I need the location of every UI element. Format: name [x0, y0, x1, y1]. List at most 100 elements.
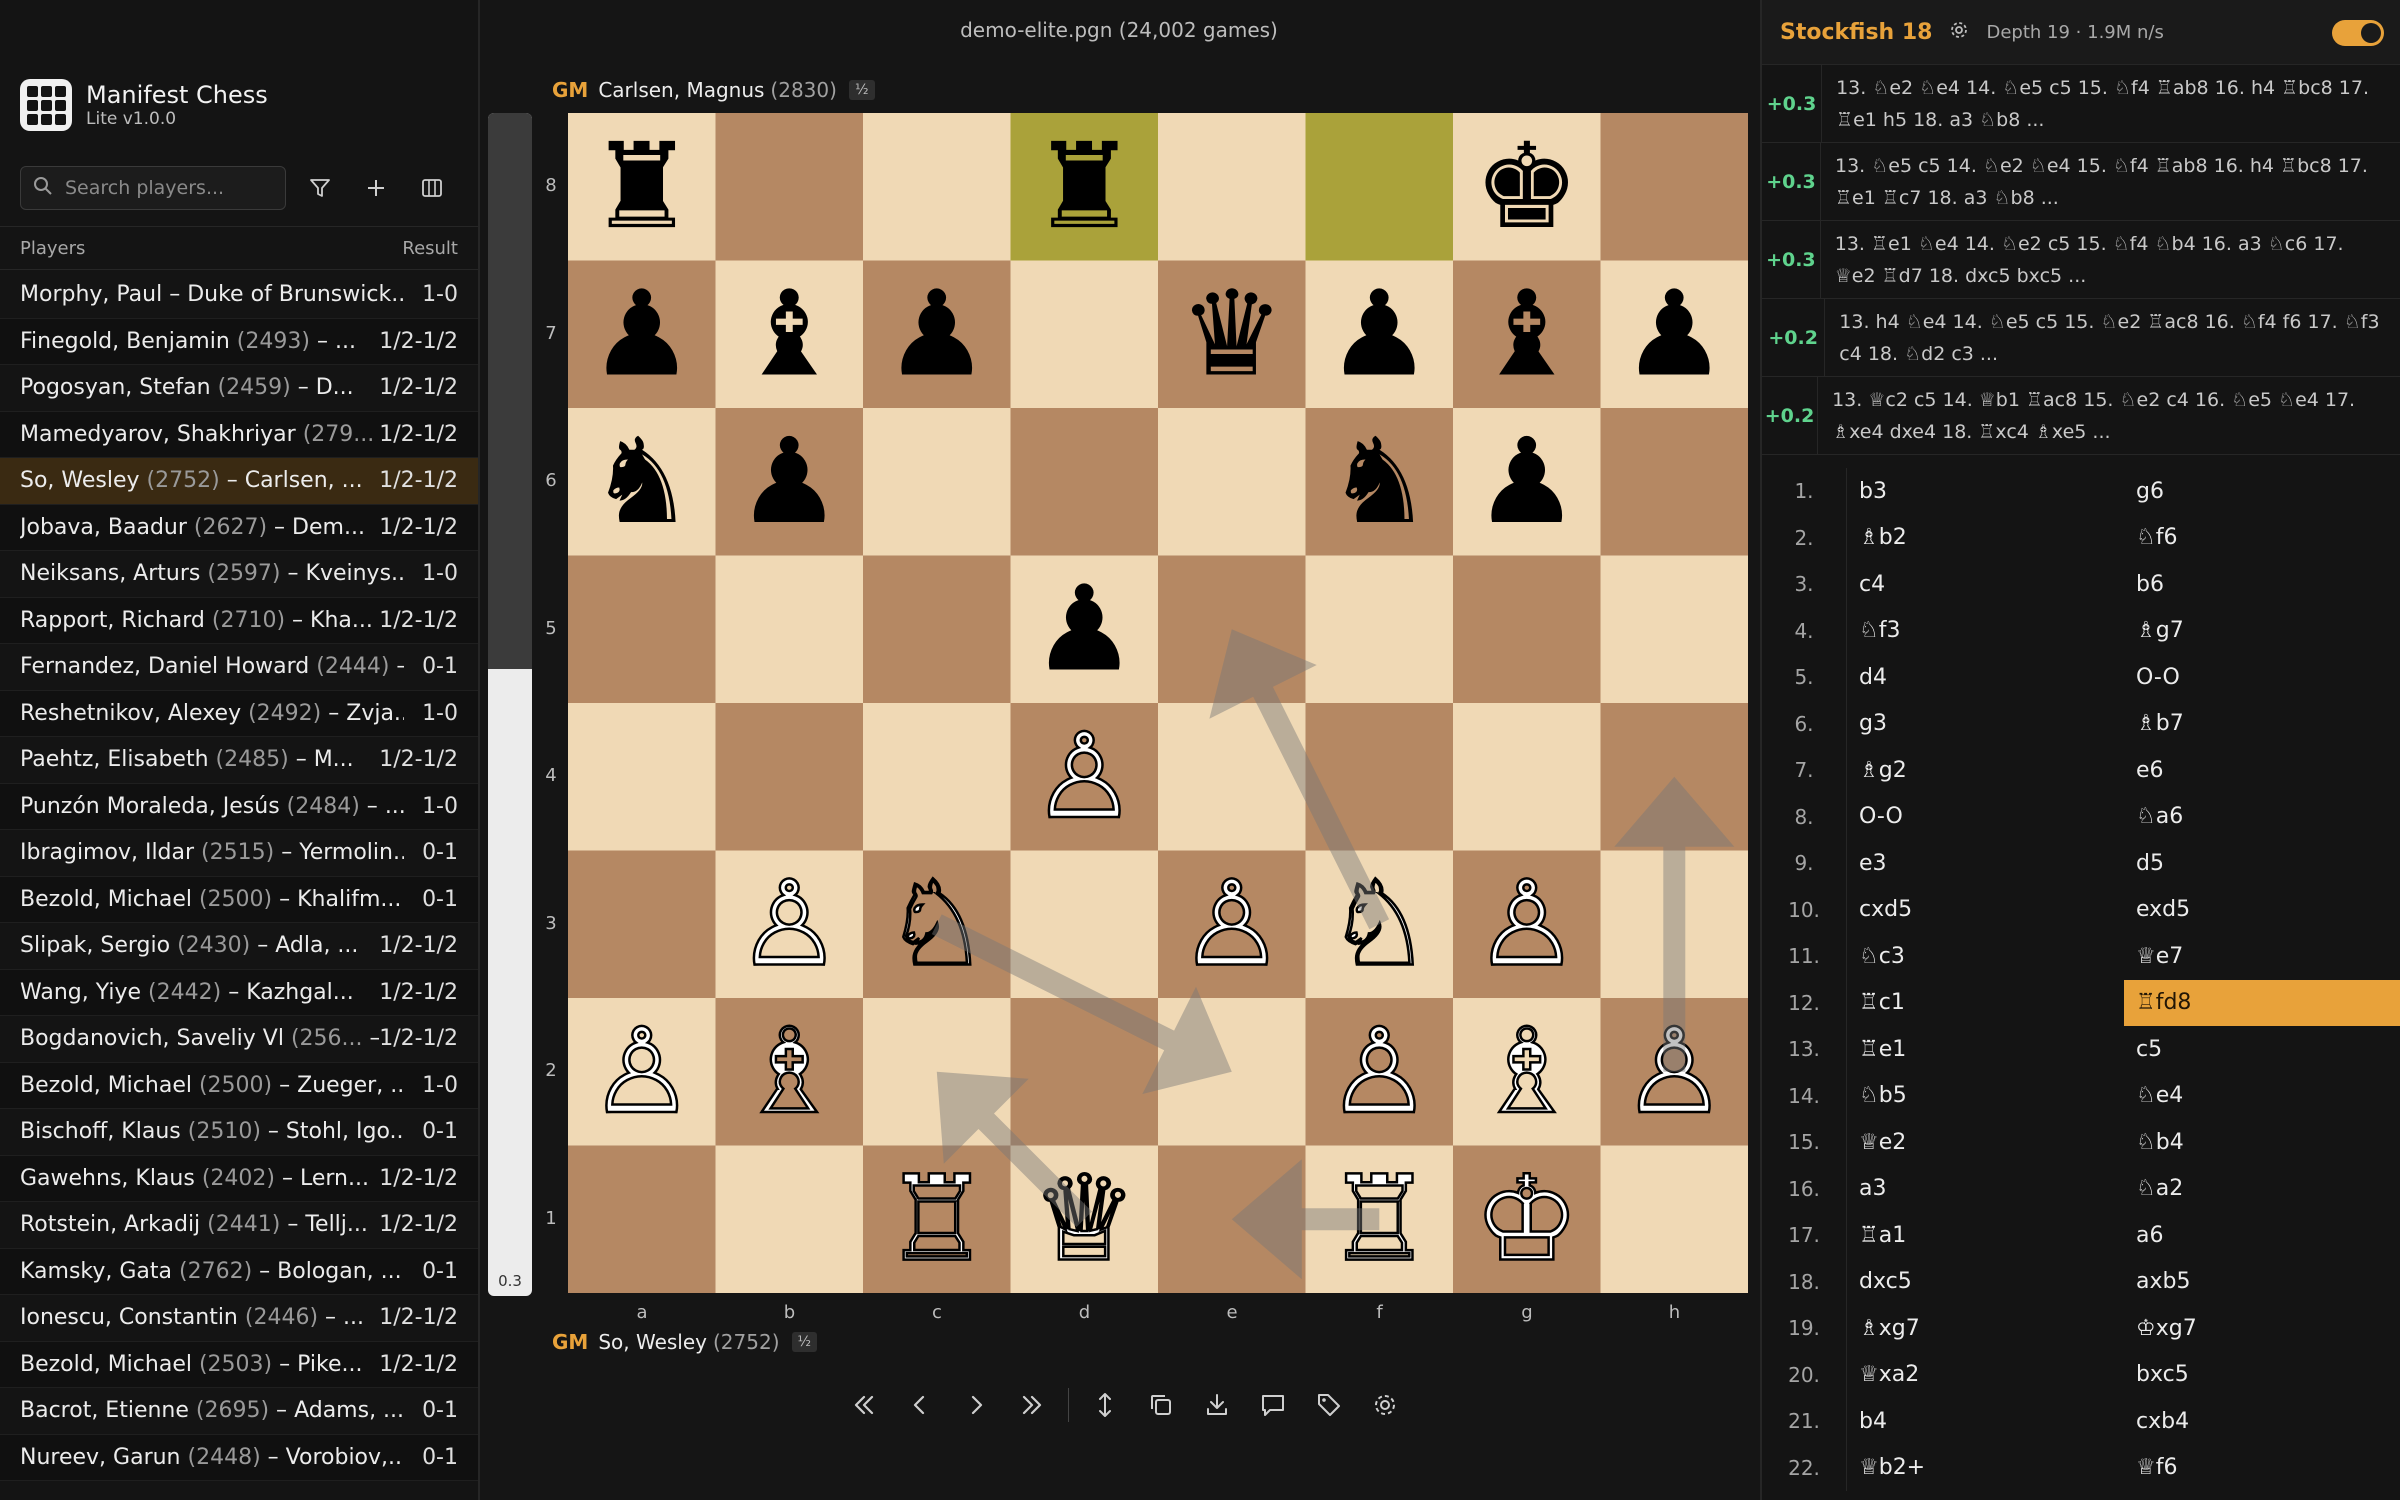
board-square-d7[interactable]	[1010, 260, 1159, 409]
black-move[interactable]: ♘b4	[2124, 1119, 2400, 1166]
game-row[interactable]: Bogdanovich, Saveliy Vl (256... – 1/2-1/…	[0, 1016, 478, 1063]
chess-piece[interactable]: ♝	[1474, 264, 1580, 402]
black-move[interactable]: c5	[2124, 1026, 2400, 1073]
next-move-icon[interactable]	[948, 1380, 1004, 1430]
white-move[interactable]: ♘b5	[1847, 1073, 2124, 1120]
game-row[interactable]: Bezold, Michael (2503) – Pike... 1/2-1/2	[0, 1341, 478, 1388]
board-square-h1[interactable]	[1600, 1145, 1749, 1294]
white-move[interactable]: d4	[1847, 654, 2124, 701]
comment-icon[interactable]	[1245, 1380, 1301, 1430]
add-icon[interactable]	[354, 166, 398, 210]
flip-board-icon[interactable]	[1077, 1380, 1133, 1430]
chess-board-svg[interactable]: ♜♜♚♟♝♟♛♟♝♟♞♟♞♟♟♙♙♘♙♘♙♙♗♙♗♙♖♕♖♔	[568, 113, 1748, 1293]
game-row[interactable]: Paehtz, Elisabeth (2485) – M... 1/2-1/2	[0, 737, 478, 784]
black-move[interactable]: a6	[2124, 1212, 2400, 1259]
black-move[interactable]: cxb4	[2124, 1398, 2400, 1445]
black-move[interactable]: b6	[2124, 561, 2400, 608]
board-square-c6[interactable]	[863, 408, 1011, 556]
white-move[interactable]: e3	[1847, 840, 2124, 887]
engine-line[interactable]: +0.3 13. ♘e5 c5 14. ♘e2 ♘e4 15. ♘f4 ♖ab8 …	[1762, 143, 2400, 221]
board-square-b4[interactable]	[715, 703, 864, 851]
result-column-header[interactable]: Result	[402, 238, 458, 259]
chess-piece[interactable]: ♟	[1326, 264, 1432, 402]
engine-line[interactable]: +0.2 13. ♕c2 c5 14. ♕b1 ♖ac8 15. ♘e2 c4 1…	[1762, 377, 2400, 455]
chess-piece[interactable]: ♟	[589, 264, 695, 402]
white-move[interactable]: O-O	[1847, 794, 2124, 841]
board-square-a5[interactable]	[568, 555, 716, 704]
black-move[interactable]: O-O	[2124, 654, 2400, 701]
black-move[interactable]: ♘e4	[2124, 1073, 2400, 1120]
board-square-a4[interactable]	[568, 703, 716, 851]
chess-piece[interactable]: ♖	[883, 1148, 991, 1289]
white-move[interactable]: c4	[1847, 561, 2124, 608]
engine-line[interactable]: +0.3 13. ♖e1 ♘e4 14. ♘e2 c5 15. ♘f4 ♘b4 1…	[1762, 221, 2400, 299]
game-row[interactable]: Gawehns, Klaus (2402) – Lern... 1/2-1/2	[0, 1155, 478, 1202]
game-row[interactable]: Slipak, Sergio (2430) – Adla, ... 1/2-1/2	[0, 923, 478, 970]
chess-piece[interactable]: ♜	[1031, 117, 1137, 255]
chess-piece[interactable]: ♟	[884, 264, 990, 402]
game-row[interactable]: So, Wesley (2752) – Carlsen, ... 1/2-1/2	[0, 458, 478, 505]
game-row[interactable]: Bezold, Michael (2500) – Khalifm... 0-1	[0, 876, 478, 923]
board-square-e8[interactable]	[1158, 113, 1306, 261]
black-move[interactable]: ♘a6	[2124, 794, 2400, 841]
chess-piece[interactable]: ♙	[1325, 1001, 1433, 1142]
chess-piece[interactable]: ♝	[736, 264, 842, 402]
chess-piece[interactable]: ♟	[736, 412, 842, 550]
game-row[interactable]: Rapport, Richard (2710) – Kha... 1/2-1/2	[0, 597, 478, 644]
engine-toggle[interactable]	[2332, 20, 2384, 46]
game-row[interactable]: Bezold, Michael (2500) – Zueger, ... 1-0	[0, 1062, 478, 1109]
players-column-header[interactable]: Players	[20, 238, 85, 259]
chess-piece[interactable]: ♙	[588, 1001, 696, 1142]
search-input[interactable]	[63, 176, 267, 200]
white-move[interactable]: ♖a1	[1847, 1212, 2124, 1259]
white-move[interactable]: ♗xg7	[1847, 1305, 2124, 1352]
filter-icon[interactable]	[298, 166, 342, 210]
chess-piece[interactable]: ♟	[1031, 559, 1137, 697]
board-square-f8[interactable]	[1305, 113, 1454, 261]
white-move[interactable]: ♗g2	[1847, 747, 2124, 794]
settings-gear-icon[interactable]	[1357, 1380, 1413, 1430]
chess-piece[interactable]: ♗	[735, 1001, 843, 1142]
board-square-b8[interactable]	[715, 113, 864, 261]
game-row[interactable]: Ibragimov, Ildar (2515) – Yermolin... 0-1	[0, 830, 478, 877]
game-row[interactable]: Reshetnikov, Alexey (2492) – Zvja... 1-0	[0, 690, 478, 737]
white-move[interactable]: ♕b2+	[1847, 1445, 2124, 1492]
chess-piece[interactable]: ♘	[883, 853, 991, 994]
black-move[interactable]: ♕e7	[2124, 933, 2400, 980]
previous-move-icon[interactable]	[892, 1380, 948, 1430]
black-move[interactable]: ♗b7	[2124, 701, 2400, 748]
board-square-d6[interactable]	[1010, 408, 1159, 556]
white-move[interactable]: b4	[1847, 1398, 2124, 1445]
black-move[interactable]: e6	[2124, 747, 2400, 794]
white-move[interactable]: cxd5	[1847, 887, 2124, 934]
chess-piece[interactable]: ♔	[1473, 1148, 1581, 1289]
white-move[interactable]: ♘f3	[1847, 608, 2124, 655]
game-row[interactable]: Neiksans, Arturs (2597) – Kveinys... 1-0	[0, 551, 478, 598]
game-row[interactable]: Fernandez, Daniel Howard (2444) – ... 0-1	[0, 644, 478, 691]
game-row[interactable]: Ionescu, Constantin (2446) – ... 1/2-1/2	[0, 1295, 478, 1342]
board-square-a3[interactable]	[568, 850, 716, 999]
game-row[interactable]: Nureev, Garun (2448) – Vorobiov,... 0-1	[0, 1434, 478, 1481]
white-move[interactable]: ♘c3	[1847, 933, 2124, 980]
black-move[interactable]: ♕f6	[2124, 1445, 2400, 1492]
last-move-icon[interactable]	[1004, 1380, 1060, 1430]
search-box[interactable]	[20, 166, 286, 210]
white-move[interactable]: b3	[1847, 468, 2124, 515]
game-row[interactable]: Wang, Yiye (2442) – Kazhgal... 1/2-1/2	[0, 969, 478, 1016]
board-square-f5[interactable]	[1305, 555, 1454, 704]
game-row[interactable]: Rotstein, Arkadij (2441) – Tellj... 1/2-1…	[0, 1202, 478, 1249]
black-move[interactable]: ♗g7	[2124, 608, 2400, 655]
chess-piece[interactable]: ♙	[735, 853, 843, 994]
game-row[interactable]: Finegold, Benjamin (2493) – ... 1/2-1/2	[0, 318, 478, 365]
board-square-e6[interactable]	[1158, 408, 1306, 556]
engine-settings-icon[interactable]	[1949, 20, 1969, 44]
chess-piece[interactable]: ♟	[1474, 412, 1580, 550]
black-move[interactable]: bxc5	[2124, 1352, 2400, 1399]
white-move[interactable]: a3	[1847, 1166, 2124, 1213]
chess-piece[interactable]: ♙	[1473, 853, 1581, 994]
board-square-g4[interactable]	[1453, 703, 1601, 851]
board-square-c4[interactable]	[863, 703, 1011, 851]
chess-piece[interactable]: ♙	[1030, 706, 1138, 847]
board-square-b5[interactable]	[715, 555, 864, 704]
white-move[interactable]: g3	[1847, 701, 2124, 748]
